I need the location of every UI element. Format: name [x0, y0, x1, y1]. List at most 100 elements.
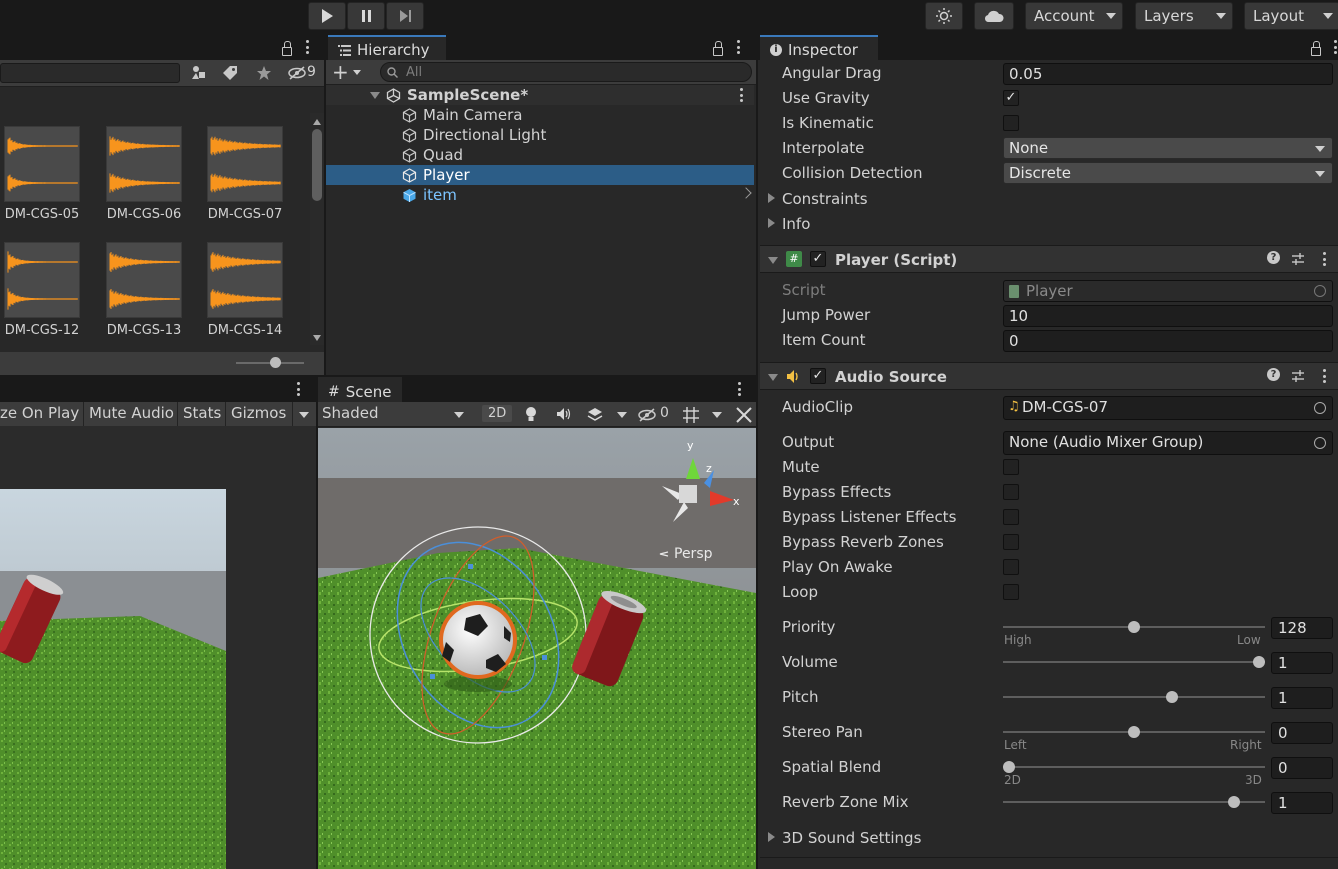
chevron-down-icon[interactable] [617, 412, 627, 418]
layers-dropdown[interactable]: Layers [1135, 2, 1233, 30]
audio-source-header[interactable]: ✓ Audio Source ? [760, 362, 1338, 390]
angular-drag-field[interactable]: 0.05 [1003, 63, 1333, 85]
more-icon[interactable] [1322, 369, 1326, 383]
stats-toggle[interactable]: Stats [183, 404, 221, 422]
reverb-zone-mix-slider-knob[interactable] [1228, 796, 1240, 808]
pitch-slider-knob[interactable] [1165, 691, 1178, 703]
layout-dropdown[interactable]: Layout [1244, 2, 1338, 30]
play-on-awake-checkbox[interactable] [1003, 559, 1019, 575]
account-dropdown[interactable]: Account [1025, 2, 1123, 30]
chevron-down-icon[interactable] [768, 257, 778, 264]
audio-clip-name[interactable]: DM-CGS-05 [0, 207, 92, 222]
spatial-blend-field[interactable]: 0 [1271, 757, 1333, 779]
audio-clip-thumbnail[interactable] [4, 242, 80, 318]
priority-field[interactable]: 128 [1271, 617, 1333, 639]
project-search-input[interactable] [0, 63, 180, 83]
maximize-on-play-toggle[interactable]: ze On Play [0, 404, 79, 422]
game-viewport[interactable] [0, 426, 316, 869]
volume-field[interactable]: 1 [1271, 652, 1333, 674]
audio-clip-name[interactable]: DM-CGS-14 [195, 323, 295, 338]
step-button[interactable] [386, 2, 424, 30]
presets-sliders-icon[interactable] [1291, 369, 1305, 383]
is-kinematic-checkbox[interactable] [1003, 115, 1019, 131]
icon-size-slider-knob[interactable] [270, 357, 281, 368]
chevron-down-icon[interactable] [768, 374, 778, 381]
audio-clip-thumbnail[interactable] [4, 126, 80, 202]
more-icon[interactable] [1333, 40, 1337, 54]
scene-viewport[interactable]: y z x Persp [318, 428, 756, 869]
hierarchy-item-directional-light[interactable]: Directional Light [326, 125, 754, 145]
hidden-eye-icon[interactable] [638, 408, 658, 422]
hierarchy-item-main-camera[interactable]: Main Camera [326, 105, 754, 125]
more-icon[interactable] [1322, 252, 1326, 266]
2d-mode-toggle[interactable]: 2D [482, 405, 513, 422]
cloud-button[interactable] [974, 2, 1014, 30]
hierarchy-search-input[interactable]: All [380, 62, 752, 82]
tab-inspector[interactable]: i Inspector [760, 35, 878, 60]
bypass-effects-checkbox[interactable] [1003, 484, 1019, 500]
bypass-listener-effects-checkbox[interactable] [1003, 509, 1019, 525]
chevron-right-icon[interactable] [768, 218, 775, 228]
more-icon[interactable] [737, 382, 741, 396]
audio-clip-thumbnail[interactable] [106, 126, 182, 202]
hierarchy-item-player[interactable]: Player [326, 165, 754, 185]
more-icon[interactable] [296, 382, 300, 396]
volume-slider-knob[interactable] [1253, 656, 1265, 668]
audio-clip-thumbnail[interactable] [207, 242, 283, 318]
priority-slider-knob[interactable] [1128, 621, 1140, 633]
output-field[interactable]: None (Audio Mixer Group) [1003, 431, 1333, 455]
pitch-field[interactable]: 1 [1271, 687, 1333, 709]
audio-clip-name[interactable]: DM-CGS-06 [94, 207, 194, 222]
stereo-pan-field[interactable]: 0 [1271, 722, 1333, 744]
tab-scene[interactable]: # Scene [318, 377, 402, 402]
chevron-right-icon[interactable] [768, 832, 775, 842]
pause-button[interactable] [347, 2, 385, 30]
player-script-header[interactable]: # ✓ Player (Script) ? [760, 245, 1338, 273]
more-icon[interactable] [736, 40, 740, 54]
spatial-blend-slider-knob[interactable] [1003, 761, 1015, 773]
jump-power-field[interactable]: 10 [1003, 305, 1333, 327]
audio-clip-name[interactable]: DM-CGS-13 [94, 323, 194, 338]
3d-sound-settings-foldout[interactable]: 3D Sound Settings [782, 829, 921, 847]
favorites-star-icon[interactable] [256, 65, 272, 81]
loop-checkbox[interactable] [1003, 584, 1019, 600]
chevron-down-icon[interactable] [712, 412, 722, 418]
collision-detection-dropdown[interactable]: Discrete [1003, 162, 1333, 184]
item-count-field[interactable]: 0 [1003, 330, 1333, 352]
bypass-reverb-zones-checkbox[interactable] [1003, 534, 1019, 550]
hierarchy-item-item[interactable]: item [326, 185, 754, 205]
stereo-pan-slider-knob[interactable] [1128, 726, 1140, 738]
help-icon[interactable]: ? [1267, 251, 1280, 264]
audio-clip-thumbnail[interactable] [106, 242, 182, 318]
volume-slider[interactable] [1003, 661, 1265, 663]
audio-clip-name[interactable]: DM-CGS-07 [195, 207, 295, 222]
lock-icon[interactable] [1311, 41, 1321, 56]
hierarchy-item-quad[interactable]: Quad [326, 145, 754, 165]
tab-hierarchy[interactable]: Hierarchy [328, 35, 446, 60]
audio-clip-thumbnail[interactable] [207, 126, 283, 202]
player-script-enabled-checkbox[interactable]: ✓ [810, 251, 826, 267]
mute-checkbox[interactable] [1003, 459, 1019, 475]
more-icon[interactable] [739, 88, 743, 102]
tools-icon[interactable] [735, 406, 753, 424]
project-scrollbar[interactable] [310, 113, 324, 345]
reverb-zone-mix-slider[interactable] [1003, 801, 1265, 803]
mute-audio-toggle[interactable]: Mute Audio [89, 404, 174, 422]
grid-snap-icon[interactable] [682, 406, 700, 424]
interpolate-dropdown[interactable]: None [1003, 137, 1333, 159]
spatial-blend-slider[interactable] [1003, 766, 1265, 768]
audioclip-field[interactable]: ♫ DM-CGS-07 [1003, 396, 1333, 420]
info-foldout[interactable]: Info [782, 215, 810, 233]
filter-by-type-icon[interactable] [190, 64, 208, 82]
constraints-foldout[interactable]: Constraints [782, 190, 868, 208]
gizmos-toggle[interactable]: Gizmos [231, 404, 286, 422]
hidden-eye-icon[interactable] [288, 66, 308, 80]
scene-row[interactable]: SampleScene* [326, 85, 754, 105]
create-button[interactable]: + [332, 62, 366, 82]
help-icon[interactable]: ? [1267, 368, 1280, 381]
object-picker-icon[interactable] [1314, 402, 1326, 414]
chevron-right-icon[interactable] [768, 193, 775, 203]
play-button[interactable] [308, 2, 346, 30]
audio-speaker-icon[interactable] [556, 407, 572, 421]
lock-icon[interactable] [282, 41, 292, 56]
